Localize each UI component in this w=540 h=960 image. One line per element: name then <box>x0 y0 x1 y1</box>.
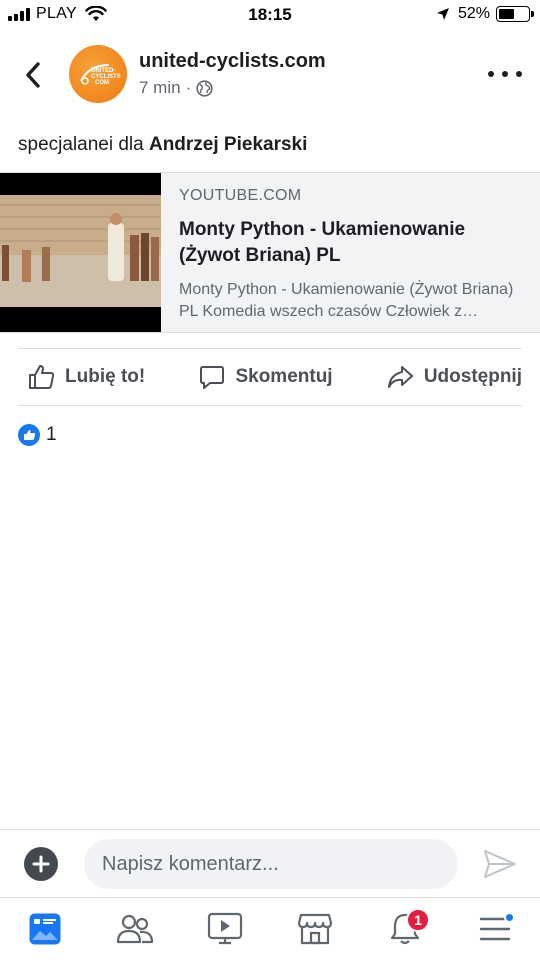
battery-level <box>499 9 514 19</box>
status-right: 52% <box>436 5 534 23</box>
thumbnail-scene <box>0 195 161 307</box>
like-label: Lubię to! <box>65 366 146 387</box>
status-bar: PLAY 18:15 52% <box>0 0 540 30</box>
dot-icon <box>516 71 522 77</box>
globe-icon <box>196 79 213 97</box>
send-button[interactable] <box>482 847 518 881</box>
news-feed-icon <box>29 913 61 945</box>
like-reaction-icon <box>18 424 40 446</box>
link-card-text: YOUTUBE.COM Monty Python - Ukamienowanie… <box>161 173 540 332</box>
more-options-button[interactable] <box>488 62 522 86</box>
tab-friends[interactable] <box>105 904 165 954</box>
svg-text:COM: COM <box>95 80 109 86</box>
link-description: Monty Python - Ukamienowanie (Żywot Bria… <box>179 281 514 320</box>
post-meta: 7 min · <box>139 78 213 98</box>
comment-label: Skomentuj <box>235 366 333 387</box>
post-header: UNITED- CYCLISTS. COM united-cyclists.co… <box>0 40 540 110</box>
share-label: Udostępnij <box>423 366 522 387</box>
thumbnail-image <box>0 195 161 307</box>
add-attachment-button[interactable] <box>24 847 58 881</box>
comment-input[interactable] <box>84 839 458 889</box>
location-arrow-icon <box>436 8 449 20</box>
share-button[interactable]: Udostępnij <box>379 365 522 389</box>
back-button[interactable] <box>18 58 48 92</box>
plus-icon <box>32 855 50 873</box>
video-thumbnail[interactable] <box>0 173 161 332</box>
battery-percent: 52% <box>457 5 490 22</box>
post-text-prefix: specjalanei dla <box>18 134 144 155</box>
like-button[interactable]: Lubię to! <box>18 364 153 390</box>
link-preview-card[interactable]: YOUTUBE.COM Monty Python - Ukamienowanie… <box>0 172 540 333</box>
reaction-count: 1 <box>46 424 57 445</box>
dot-icon <box>502 71 508 77</box>
tab-menu[interactable] <box>465 904 525 954</box>
tab-watch[interactable] <box>195 904 255 954</box>
reactions-summary[interactable]: 1 <box>18 424 57 446</box>
speech-bubble-icon <box>200 365 225 389</box>
send-icon <box>484 850 516 878</box>
tab-marketplace[interactable] <box>285 904 345 954</box>
bottom-tab-bar: 1 <box>0 897 540 960</box>
marketplace-icon <box>297 913 333 945</box>
post-time[interactable]: 7 min <box>139 78 181 98</box>
watch-video-icon <box>207 912 243 945</box>
chevron-left-icon <box>26 62 40 88</box>
dot-icon <box>488 71 494 77</box>
comment-button[interactable]: Skomentuj <box>191 365 340 390</box>
notification-badge: 1 <box>406 908 430 932</box>
post-action-bar: Lubię to! Skomentuj Udostępnij <box>18 348 522 406</box>
page-avatar[interactable]: UNITED- CYCLISTS. COM <box>69 45 127 103</box>
tab-news-feed[interactable] <box>15 904 75 954</box>
menu-indicator-dot <box>504 912 515 923</box>
mentioned-user[interactable]: Andrzej Piekarski <box>149 134 307 155</box>
tab-notifications[interactable]: 1 <box>375 904 435 954</box>
share-arrow-icon <box>387 366 413 388</box>
page-name[interactable]: united-cyclists.com <box>139 50 326 73</box>
post-text: specjalanei dla Andrzej Piekarski <box>18 134 307 156</box>
cyclist-logo-icon: UNITED- CYCLISTS. COM <box>80 64 121 86</box>
meta-separator: · <box>185 78 192 97</box>
link-title[interactable]: Monty Python - Ukamienowanie (Żywot Bria… <box>179 217 522 269</box>
comment-composer <box>0 829 540 897</box>
friends-icon <box>116 914 154 944</box>
thumbs-up-icon <box>29 365 55 389</box>
battery-icon <box>496 6 534 22</box>
link-domain: YOUTUBE.COM <box>179 187 302 204</box>
